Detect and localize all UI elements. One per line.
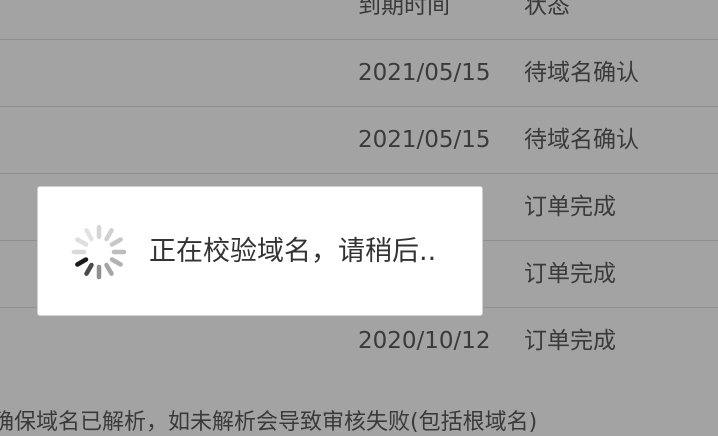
row-status: 待域名确认 — [524, 60, 639, 86]
row-status: 订单完成 — [524, 194, 616, 220]
row-expiry-date: 2021/05/15 — [358, 127, 491, 153]
header-expiry-date: 到期时间 — [358, 0, 450, 19]
table-header: 到期时间 状态 — [0, 0, 718, 40]
dns-notice: 确保域名已解析，如未解析会导致审核失败(包括根域名) — [0, 410, 538, 435]
header-status: 状态 — [524, 0, 570, 19]
loading-spinner-icon — [71, 224, 127, 280]
table-row[interactable]: 2021/05/15 待域名确认 — [0, 107, 718, 174]
table-row[interactable]: 2020/10/12 订单完成 — [0, 308, 718, 375]
row-expiry-date: 2020/10/12 — [358, 328, 491, 354]
row-status: 订单完成 — [524, 328, 616, 354]
row-status: 订单完成 — [524, 261, 616, 287]
row-expiry-date: 2021/05/15 — [358, 60, 491, 86]
row-status: 待域名确认 — [524, 127, 639, 153]
loading-message: 正在校验域名，请稍后.. — [149, 236, 437, 267]
loading-dialog: 正在校验域名，请稍后.. — [37, 186, 483, 316]
table-row[interactable]: 2021/05/15 待域名确认 — [0, 40, 718, 107]
